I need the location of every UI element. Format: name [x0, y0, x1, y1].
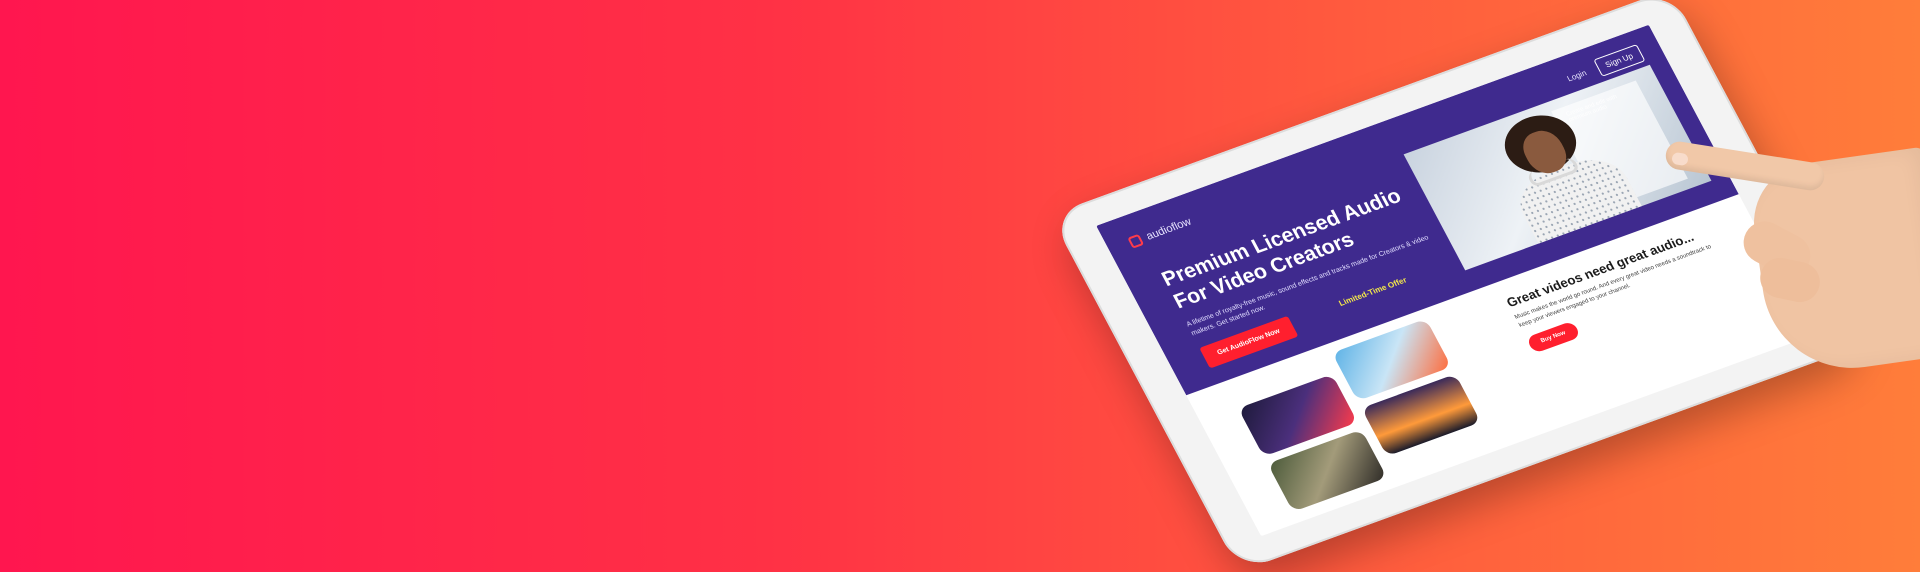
tablet-device: audioflow Login Sign Up Premium Licensed… — [1050, 0, 1860, 572]
brand-name: audioflow — [1144, 215, 1194, 243]
audioflow-logo-icon — [1127, 233, 1145, 249]
login-link[interactable]: Login — [1566, 69, 1589, 84]
brand-logo[interactable]: audioflow — [1127, 215, 1194, 249]
tablet-screen: audioflow Login Sign Up Premium Licensed… — [1096, 24, 1814, 537]
